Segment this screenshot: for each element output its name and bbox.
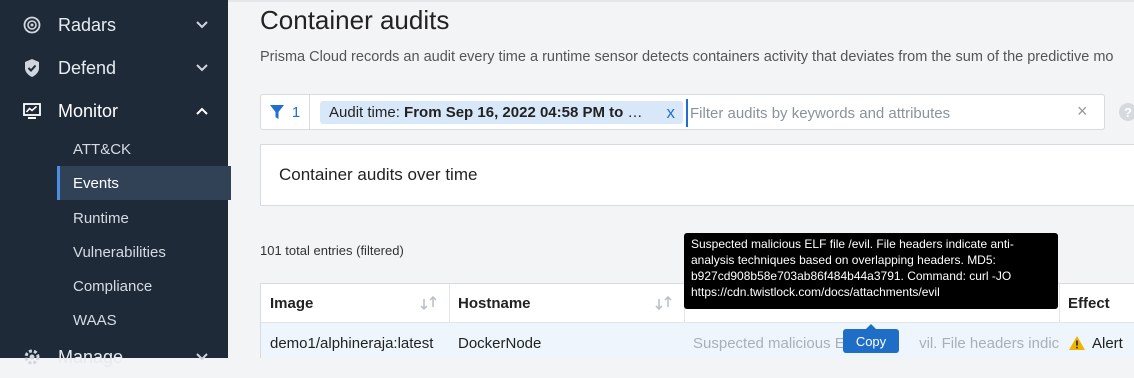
sidebar-item-runtime[interactable]: Runtime	[57, 201, 228, 235]
filter-chip-text: Audit time: From Sep 16, 2022 04:58 PM t…	[329, 104, 647, 121]
filter-input[interactable]	[686, 99, 1062, 127]
filter-chip-key: Audit time:	[329, 104, 400, 121]
cell-image: demo1/alphineraja:latest	[261, 323, 449, 358]
column-header-hostname[interactable]: Hostname	[449, 284, 685, 322]
column-label: Effect	[1068, 294, 1110, 312]
nav-label-monitor: Monitor	[58, 100, 119, 121]
sidebar-item-label: Compliance	[73, 277, 153, 295]
cell-text: demo1/alphineraja:latest	[270, 334, 434, 352]
filter-toggle-button[interactable]: 1	[261, 95, 310, 129]
remove-filter-button[interactable]: x	[667, 103, 676, 123]
chevron-down-icon	[193, 59, 211, 77]
sort-icon[interactable]	[419, 295, 439, 314]
cell-text: Suspected malicious EL	[693, 334, 854, 352]
tooltip-line: analysis techniques based on overlapping…	[691, 253, 996, 267]
table-row[interactable]: demo1/alphineraja:latest DockerNode Susp…	[261, 322, 1134, 358]
tooltip-line: https://cdn.twistlock.com/docs/attachmen…	[691, 285, 940, 299]
sidebar-item-vulnerabilities[interactable]: Vulnerabilities	[57, 235, 228, 269]
sidebar-item-label: Events	[73, 174, 119, 192]
sort-icon[interactable]	[654, 295, 674, 314]
cell-text: vil. File headers indic...	[919, 334, 1059, 352]
page-title: Container audits	[260, 5, 450, 35]
nav-item-monitor[interactable]: Monitor	[0, 90, 228, 132]
effect-label: Alert	[1092, 334, 1123, 352]
monitor-icon	[22, 101, 42, 121]
tooltip-line: Suspected malicious ELF file /evil. File…	[691, 237, 1014, 251]
chart-panel[interactable]: Container audits over time	[260, 144, 1134, 206]
gear-icon	[22, 347, 42, 367]
sidebar-item-label: ATT&CK	[73, 140, 132, 158]
sidebar-item-label: Vulnerabilities	[73, 243, 166, 261]
sidebar-item-compliance[interactable]: Compliance	[57, 269, 228, 303]
filter-icon	[269, 105, 284, 119]
nav-item-radars[interactable]: Radars	[0, 4, 228, 46]
chevron-down-icon	[193, 16, 211, 34]
sidebar-item-events[interactable]: Events	[57, 166, 231, 200]
column-label: Image	[270, 294, 314, 312]
sidebar-item-label: Runtime	[73, 209, 129, 227]
filter-count: 1	[291, 103, 301, 121]
message-tooltip: Suspected malicious ELF file /evil. File…	[684, 233, 1058, 309]
nav-item-manage[interactable]: Manage	[0, 336, 228, 378]
nav-item-defend[interactable]: Defend	[0, 47, 228, 89]
copy-button[interactable]: Copy	[843, 324, 899, 353]
filter-bar: 1 Audit time: From Sep 16, 2022 04:58 PM…	[260, 94, 1105, 130]
page-description: Prisma Cloud records an audit every time…	[260, 49, 1114, 65]
cell-hostname: DockerNode	[449, 323, 684, 358]
sidebar-item-label: WAAS	[73, 311, 117, 329]
cell-effect: Alert	[1059, 323, 1134, 358]
cell-text: DockerNode	[458, 334, 542, 352]
column-header-image[interactable]: Image	[261, 284, 450, 322]
filter-chip-value: From Sep 16, 2022 04:58 PM to De...	[404, 104, 647, 121]
total-entries: 101 total entries (filtered)	[260, 243, 404, 258]
tooltip-line: b927cd908b58e703ab86f484b44a3791. Comman…	[691, 269, 1012, 283]
nav-label-manage: Manage	[58, 346, 124, 367]
sidebar-item-waas[interactable]: WAAS	[57, 303, 228, 337]
nav-label-radars: Radars	[58, 14, 117, 35]
radar-icon	[22, 15, 42, 35]
chart-title: Container audits over time	[279, 165, 478, 184]
filter-chip[interactable]: Audit time: From Sep 16, 2022 04:58 PM t…	[320, 101, 683, 124]
sidebar-item-attck[interactable]: ATT&CK	[57, 132, 228, 166]
sidebar: Radars Defend Monitor ATT&CK Events Runt…	[0, 0, 231, 367]
shield-icon	[22, 58, 42, 78]
help-icon[interactable]: ?	[1119, 103, 1134, 121]
clear-filter-button[interactable]: ×	[1077, 101, 1088, 122]
main-content: Container audits Prisma Cloud records an…	[228, 0, 1134, 358]
chevron-down-icon	[193, 348, 211, 366]
nav-label-defend: Defend	[58, 57, 117, 78]
column-label: Hostname	[458, 294, 531, 312]
warning-icon	[1068, 335, 1086, 351]
divider	[228, 0, 1134, 2]
column-header-effect[interactable]: Effect	[1059, 284, 1134, 322]
chevron-up-icon	[193, 102, 211, 120]
